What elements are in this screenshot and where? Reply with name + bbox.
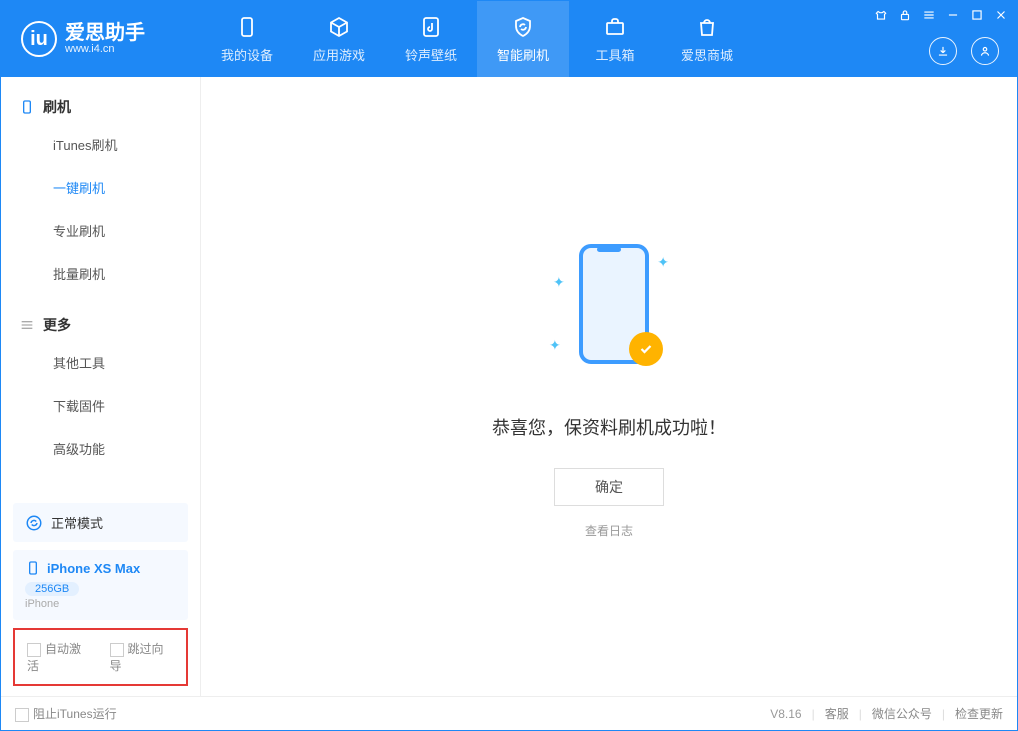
checkbox-auto-activate[interactable]: 自动激活 <box>27 640 92 674</box>
link-wechat[interactable]: 微信公众号 <box>872 705 932 722</box>
nav-tabs: 我的设备 应用游戏 铃声壁纸 智能刷机 工具箱 爱思商城 <box>201 1 753 77</box>
minimize-icon[interactable] <box>945 7 961 23</box>
briefcase-icon <box>602 14 628 40</box>
sidebar-item-other-tools[interactable]: 其他工具 <box>1 341 200 384</box>
maximize-icon[interactable] <box>969 7 985 23</box>
body-area: 刷机 iTunes刷机 一键刷机 专业刷机 批量刷机 更多 其他工具 下载固件 … <box>1 77 1017 696</box>
window-controls <box>873 7 1009 23</box>
close-icon[interactable] <box>993 7 1009 23</box>
phone-illustration: ✦ ✦ ✦ <box>549 234 669 384</box>
nav-tab-device[interactable]: 我的设备 <box>201 1 293 77</box>
nav-tab-toolbox[interactable]: 工具箱 <box>569 1 661 77</box>
statusbar: 阻止iTunes运行 V8.16 | 客服 | 微信公众号 | 检查更新 <box>1 696 1017 730</box>
menu-icon[interactable] <box>921 7 937 23</box>
success-message: 恭喜您，保资料刷机成功啦！ <box>492 414 726 440</box>
device-mode-box[interactable]: 正常模式 <box>13 503 188 542</box>
version-label: V8.16 <box>770 707 801 721</box>
nav-tab-apps[interactable]: 应用游戏 <box>293 1 385 77</box>
sync-icon <box>25 514 43 532</box>
titlebar-right-icons <box>929 37 999 65</box>
nav-tab-ringtones[interactable]: 铃声壁纸 <box>385 1 477 77</box>
device-name: iPhone XS Max <box>47 561 140 576</box>
sidebar-item-download-firmware[interactable]: 下载固件 <box>1 384 200 427</box>
ok-button[interactable]: 确定 <box>554 468 664 506</box>
highlighted-options-box: 自动激活 跳过向导 <box>13 628 188 686</box>
shield-refresh-icon <box>510 14 536 40</box>
sidebar-item-batch-flash[interactable]: 批量刷机 <box>1 252 200 295</box>
sidebar-section-flash: 刷机 <box>1 91 200 123</box>
view-log-link[interactable]: 查看日志 <box>585 522 633 539</box>
lock-icon[interactable] <box>897 7 913 23</box>
cube-icon <box>326 14 352 40</box>
phone-small-icon <box>25 560 41 576</box>
device-info-box[interactable]: iPhone XS Max 256GB iPhone <box>13 550 188 620</box>
sidebar-item-pro-flash[interactable]: 专业刷机 <box>1 209 200 252</box>
link-update[interactable]: 检查更新 <box>955 705 1003 722</box>
sidebar: 刷机 iTunes刷机 一键刷机 专业刷机 批量刷机 更多 其他工具 下载固件 … <box>1 77 201 696</box>
logo-area: iu 爱思助手 www.i4.cn <box>1 21 201 57</box>
user-icon[interactable] <box>971 37 999 65</box>
device-storage-badge: 256GB <box>25 582 79 596</box>
device-mode-label: 正常模式 <box>51 513 103 532</box>
device-type: iPhone <box>25 598 176 610</box>
logo-icon: iu <box>21 21 57 57</box>
checkbox-block-itunes[interactable]: 阻止iTunes运行 <box>15 705 117 722</box>
music-file-icon <box>418 14 444 40</box>
app-name: 爱思助手 <box>65 23 145 43</box>
nav-tab-store[interactable]: 爱思商城 <box>661 1 753 77</box>
main-content: ✦ ✦ ✦ 恭喜您，保资料刷机成功啦！ 确定 查看日志 <box>201 77 1017 696</box>
device-panel: 正常模式 iPhone XS Max 256GB iPhone 自动激活 跳过向… <box>1 503 200 696</box>
sidebar-item-advanced[interactable]: 高级功能 <box>1 427 200 470</box>
titlebar: iu 爱思助手 www.i4.cn 我的设备 应用游戏 铃声壁纸 智能刷机 <box>1 1 1017 77</box>
checkmark-badge-icon <box>629 332 663 366</box>
sparkle-icon: ✦ <box>549 337 561 354</box>
download-icon[interactable] <box>929 37 957 65</box>
sparkle-icon: ✦ <box>553 274 565 291</box>
list-icon <box>19 317 35 333</box>
link-support[interactable]: 客服 <box>825 705 849 722</box>
phone-notch-icon <box>597 247 621 252</box>
nav-tab-flash[interactable]: 智能刷机 <box>477 1 569 77</box>
sidebar-item-itunes-flash[interactable]: iTunes刷机 <box>1 123 200 166</box>
bag-icon <box>694 14 720 40</box>
phone-icon <box>234 14 260 40</box>
device-icon <box>19 99 35 115</box>
tshirt-icon[interactable] <box>873 7 889 23</box>
checkbox-skip-guide[interactable]: 跳过向导 <box>110 640 175 674</box>
sidebar-item-oneclick-flash[interactable]: 一键刷机 <box>1 166 200 209</box>
sidebar-section-more: 更多 <box>1 309 200 341</box>
app-window: iu 爱思助手 www.i4.cn 我的设备 应用游戏 铃声壁纸 智能刷机 <box>0 0 1018 731</box>
app-url: www.i4.cn <box>65 43 145 55</box>
sparkle-icon: ✦ <box>657 254 669 271</box>
